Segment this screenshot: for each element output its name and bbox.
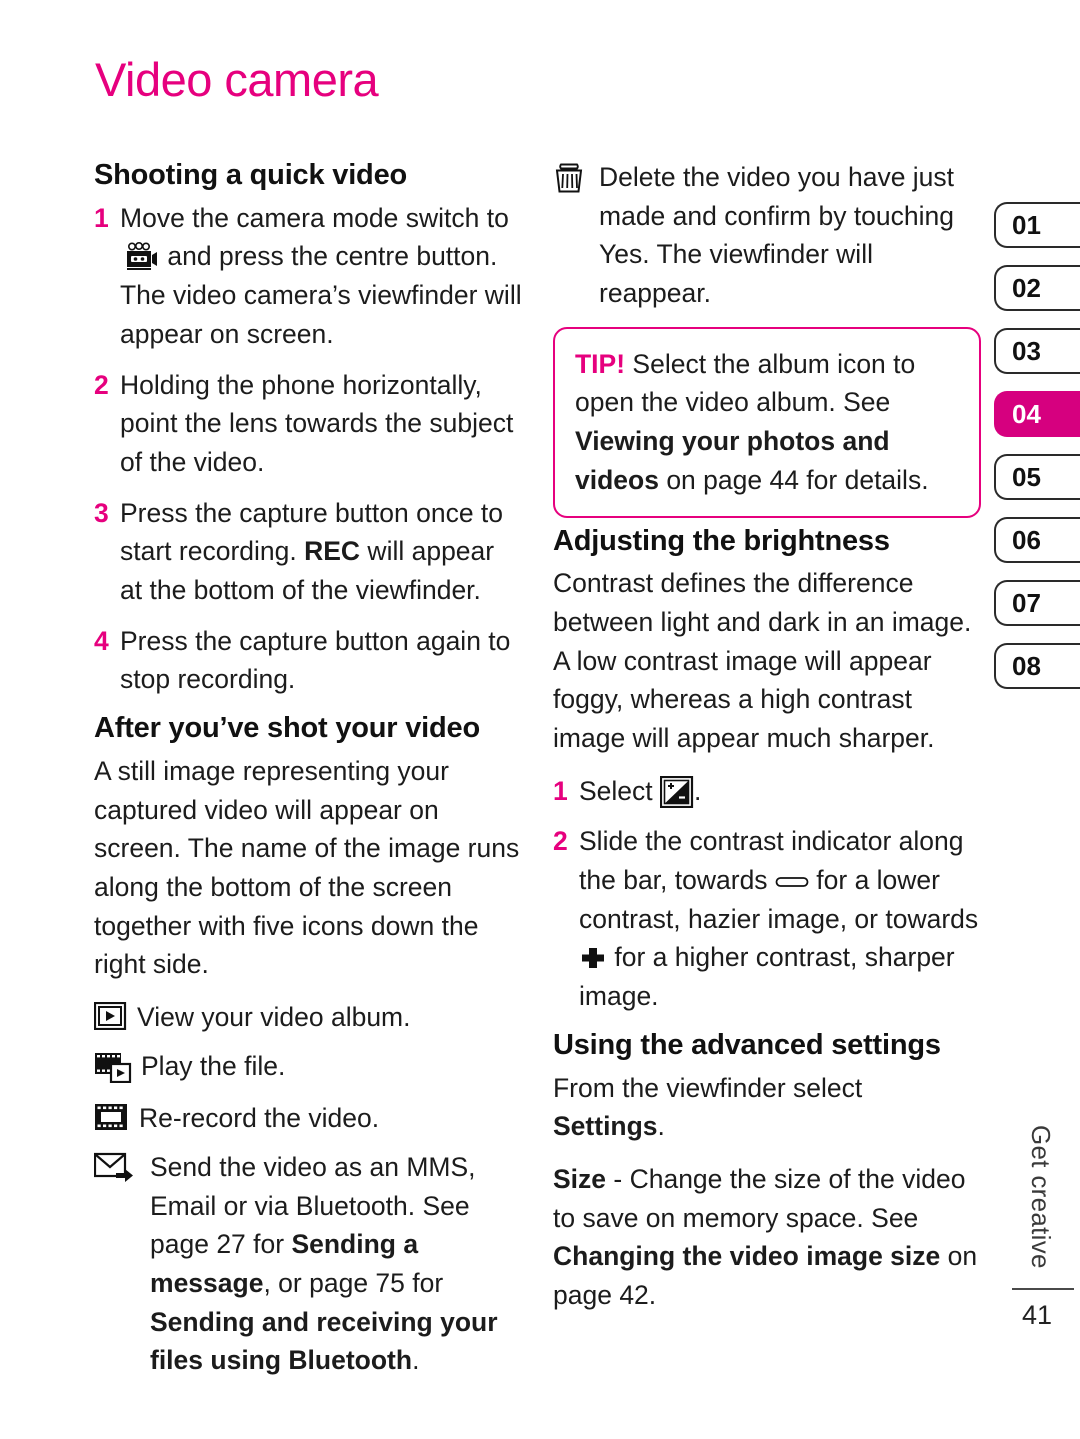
send-envelope-icon <box>93 1152 138 1195</box>
send-item-text: Send the video as an MMS, Email or via B… <box>150 1148 522 1380</box>
step-text: Press the capture button once to start r… <box>120 494 522 610</box>
video-camera-mode-icon <box>120 242 160 272</box>
step-item: 1 Move the camera mode switch to and pre… <box>94 199 522 354</box>
step-item: 1 Select . <box>553 772 981 811</box>
step-number: 2 <box>553 826 568 857</box>
step-text: Slide the contrast indicator along the b… <box>579 822 981 1015</box>
chapter-tab-rail: 01 02 03 04 05 06 07 08 <box>994 202 1080 706</box>
brightness-step1-text-after: . <box>694 775 702 806</box>
list-item: Play the file. <box>94 1047 522 1094</box>
tab-label: 06 <box>1012 524 1041 555</box>
send-bold-b: Sending and receiving your files using B… <box>150 1306 498 1376</box>
tab-label: 08 <box>1012 650 1041 681</box>
play-file-icon <box>94 1051 132 1094</box>
tip-callout: TIP! Select the album icon to open the v… <box>553 326 981 518</box>
tab-06[interactable]: 06 <box>994 517 1080 563</box>
advanced-size-bold: Size <box>553 1164 607 1195</box>
advanced-size-text-a: - Change the size of the video to save o… <box>553 1164 966 1233</box>
delete-item-text: Delete the video you have just made and … <box>599 162 955 309</box>
heading-using-the-advanced-settings: Using the advanced settings <box>553 1028 941 1061</box>
footer-divider <box>1012 1288 1074 1290</box>
tab-label: 04 <box>1012 398 1041 429</box>
tab-label: 02 <box>1012 272 1041 303</box>
page-number: 41 <box>1021 1300 1052 1330</box>
send-text-part-c: . <box>412 1345 420 1376</box>
step-text: Holding the phone horizontally, point th… <box>120 369 514 477</box>
heading-adjusting-the-brightness: Adjusting the brightness <box>553 524 890 557</box>
step-text: Move the camera mode switch to and press… <box>120 199 522 354</box>
right-column: Delete the video you have just made and … <box>553 158 981 1329</box>
step-item: 2 Slide the contrast indicator along the… <box>553 822 981 1015</box>
heading-after-youve-shot-your-video: After you’ve shot your video <box>94 712 480 745</box>
step1-text-before: Move the camera mode switch to <box>120 202 509 233</box>
tab-08[interactable]: 08 <box>994 643 1080 689</box>
plus-icon <box>579 943 607 969</box>
brightness-step2-text-c: for a higher contrast, sharper image. <box>579 942 955 1012</box>
advanced-size-bold-ref: Changing the video image size <box>553 1241 941 1272</box>
tab-02[interactable]: 02 <box>994 265 1080 311</box>
heading-shooting-a-quick-video: Shooting a quick video <box>94 159 408 191</box>
list-item-label: View your video album. <box>137 1001 411 1032</box>
contrast-icon <box>659 775 694 808</box>
tab-04[interactable]: 04 <box>994 391 1080 437</box>
brightness-step1-text-before: Select <box>579 775 653 806</box>
view-album-icon <box>93 1001 128 1041</box>
list-item: View your video album. <box>93 998 522 1041</box>
tip-text-b: on page 44 for details. <box>658 464 929 495</box>
page-title: Video camera <box>95 53 379 106</box>
re-record-icon <box>94 1103 130 1142</box>
chapter-label: Get creative <box>1026 1125 1056 1269</box>
tab-03[interactable]: 03 <box>994 328 1080 374</box>
list-item: Re-record the video. <box>94 1099 522 1142</box>
tab-07[interactable]: 07 <box>994 580 1080 626</box>
step-number: 4 <box>94 625 109 656</box>
step-number: 1 <box>94 202 109 233</box>
tab-label: 01 <box>1012 209 1041 240</box>
tab-label: 05 <box>1012 461 1041 492</box>
tab-01[interactable]: 01 <box>994 202 1080 248</box>
step-number: 1 <box>553 775 568 806</box>
delete-item: Delete the video you have just made and … <box>553 158 981 313</box>
tab-label: 07 <box>1012 587 1041 618</box>
left-column: Shooting a quick video 1 Move the camera… <box>93 158 522 1386</box>
brightness-intro-paragraph: Contrast defines the difference between … <box>553 568 972 754</box>
list-item-label: Play the file. <box>141 1050 286 1081</box>
advanced-line1-bold: Settings <box>553 1111 658 1142</box>
step-number: 2 <box>94 369 109 400</box>
tip-label: TIP! <box>575 348 626 379</box>
step-item: 4 Press the capture button again to stop… <box>94 622 522 699</box>
step-number: 3 <box>94 497 109 528</box>
step1-text-after: and press the centre button. The video c… <box>120 241 522 349</box>
advanced-line1-text-b: . <box>657 1111 665 1142</box>
advanced-settings-size-paragraph: Size - Change the size of the video to s… <box>553 1160 981 1315</box>
step-item: 3 Press the capture button once to start… <box>94 494 522 610</box>
list-item-label: Re-record the video. <box>139 1103 380 1134</box>
manual-page: Video camera Shooting a quick video 1 Mo… <box>0 0 1080 1439</box>
step-text: Press the capture button again to stop r… <box>120 625 511 695</box>
step-text: Select . <box>579 772 981 811</box>
advanced-settings-line1: From the viewfinder select Settings. <box>553 1069 981 1146</box>
send-text-part-b: , or page 75 for <box>263 1268 444 1299</box>
delete-trash-icon <box>553 160 587 205</box>
advanced-line1-text-a: From the viewfinder select <box>553 1072 863 1103</box>
tab-label: 03 <box>1012 335 1041 366</box>
minus-bar-icon <box>775 861 809 888</box>
tip-text-a: Select the album icon to open the video … <box>575 348 916 418</box>
list-item: Send the video as an MMS, Email or via B… <box>93 1148 522 1380</box>
step3-rec-bold: REC <box>304 536 361 567</box>
after-shot-intro-paragraph: A still image representing your captured… <box>94 755 520 980</box>
tab-05[interactable]: 05 <box>994 454 1080 500</box>
step-item: 2 Holding the phone horizontally, point … <box>94 366 522 482</box>
